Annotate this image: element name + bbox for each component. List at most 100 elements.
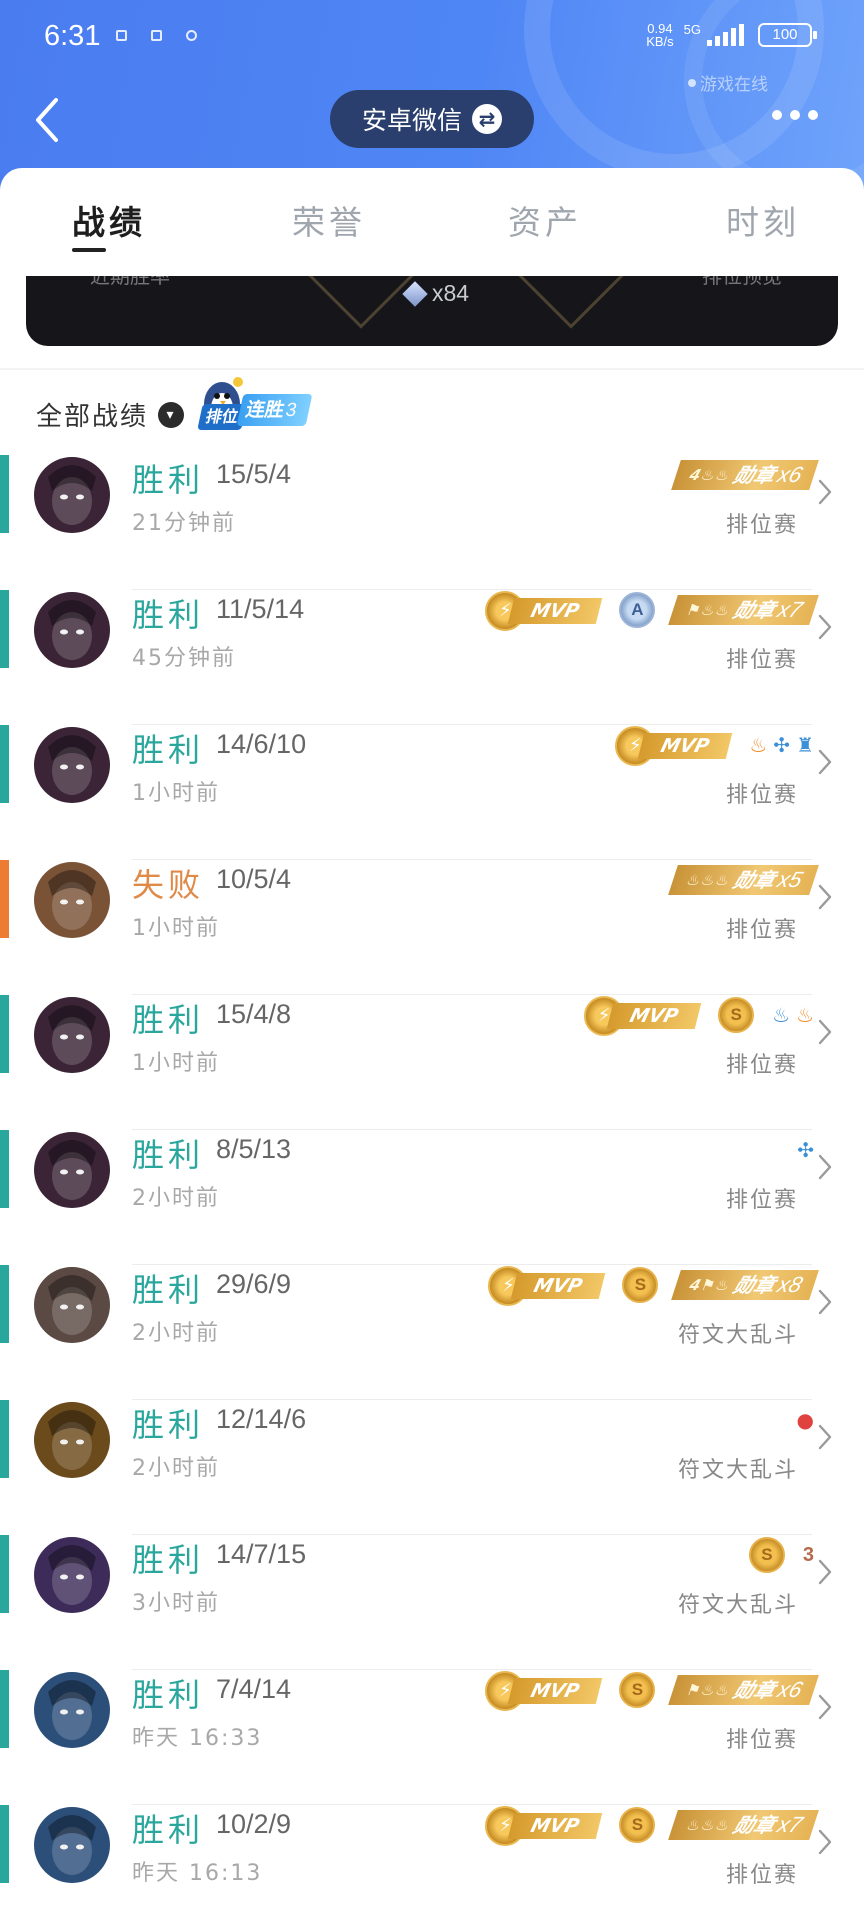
match-row[interactable]: 胜利 14/6/10 1小时前 MVP ♨✣♜ 排位赛	[0, 725, 864, 860]
battery-icon: 100	[758, 23, 817, 47]
medal-icon: ♨♨	[698, 466, 734, 484]
match-badges: ♨♨♨ 勋章 x5	[668, 860, 819, 900]
gem-count: x84	[402, 280, 469, 307]
result-indicator-bar	[0, 860, 9, 938]
chevron-right-icon	[818, 1424, 832, 1450]
match-mode: 符文大乱斗	[677, 1323, 798, 1348]
result-indicator-bar	[0, 1130, 9, 1208]
medal-count: x6	[774, 462, 807, 487]
match-result: 胜利	[132, 1811, 205, 1849]
gem-icon	[402, 280, 428, 307]
match-badges: MVP S ♨♨	[584, 995, 814, 1036]
chevron-down-icon: ▾	[158, 401, 185, 428]
hero-avatar	[34, 1537, 110, 1613]
medal-label: 勋章	[730, 868, 779, 892]
match-row[interactable]: 胜利 7/4/14 昨天 16:33 MVP S ⚑♨♨ 勋章 x6 排位赛	[0, 1670, 864, 1805]
match-badges: 4♨♨ 勋章 x6	[671, 455, 819, 495]
match-time: 昨天 16:13	[132, 1861, 263, 1886]
match-filter[interactable]: 全部战绩 ▾	[36, 396, 185, 433]
chevron-right-icon	[818, 1829, 832, 1855]
result-indicator-bar	[0, 1265, 9, 1343]
medal-icons: ⚑♨♨	[683, 595, 736, 625]
chevron-right-icon	[818, 884, 832, 910]
achievement-icon: ♨	[749, 733, 768, 757]
medal-icons: ♨♨♨	[683, 1810, 736, 1840]
match-badges: MVP S ⚑♨♨ 勋章 x6	[485, 1670, 819, 1711]
match-mode: 符文大乱斗	[677, 1593, 798, 1618]
match-row[interactable]: 胜利 11/5/14 45分钟前 MVP A ⚑♨♨ 勋章 x7 排位赛	[0, 590, 864, 725]
streak-text: 连胜	[243, 399, 287, 421]
achievement-icons: ♨ ✣ ♜	[749, 733, 814, 757]
achievement-icon: ✣	[797, 1138, 814, 1162]
medal-icon: ⚑♨	[698, 1276, 734, 1294]
hero-avatar	[34, 1807, 110, 1883]
medal-badge: ⚑♨♨ 勋章 x7	[668, 595, 819, 625]
chevron-right-icon	[818, 1694, 832, 1720]
match-row[interactable]: 胜利 10/2/9 昨天 16:13 MVP S ♨♨♨ 勋章 x7 排位赛	[0, 1805, 864, 1920]
back-button[interactable]	[30, 94, 70, 146]
match-result: 胜利	[132, 1406, 205, 1444]
match-badges: ✣	[797, 1130, 814, 1170]
match-result: 胜利	[132, 1541, 205, 1579]
hero-avatar	[34, 1267, 110, 1343]
medal-label: 勋章	[730, 598, 779, 622]
more-dot-icon	[772, 110, 782, 120]
filter-label: 全部战绩	[36, 402, 149, 432]
medal-badge: 4♨♨ 勋章 x6	[671, 460, 819, 490]
account-switcher[interactable]: 安卓微信 ⇄	[330, 90, 534, 148]
achievement-icons: ✣	[797, 1138, 814, 1162]
medal-icons: ⚑♨♨	[683, 1675, 736, 1705]
achievement-icon: ♨	[796, 1003, 814, 1027]
result-indicator-bar	[0, 455, 9, 533]
match-badges: MVP S 4⚑♨ 勋章 x8	[488, 1265, 819, 1306]
match-kda: 10/5/4	[216, 864, 292, 894]
match-mode: 排位赛	[725, 1188, 798, 1213]
medal-label: 勋章	[730, 463, 779, 487]
tab-record[interactable]: 战绩	[72, 196, 146, 244]
match-result: 胜利	[132, 596, 205, 634]
match-row[interactable]: 胜利 15/5/4 21分钟前 4♨♨ 勋章 x6 排位赛	[0, 455, 864, 590]
match-time: 1小时前	[132, 781, 220, 806]
match-kda: 11/5/14	[216, 594, 305, 624]
chevron-right-icon	[818, 1154, 832, 1180]
match-mode: 排位赛	[725, 1863, 798, 1888]
chevron-left-icon	[36, 98, 58, 142]
hero-avatar	[34, 997, 110, 1073]
notification-icon	[116, 30, 127, 41]
tab-active-indicator	[72, 248, 106, 252]
match-row[interactable]: 胜利 12/14/6 2小时前 ● 符文大乱斗	[0, 1400, 864, 1535]
medal-badge: ♨♨♨ 勋章 x7	[668, 1810, 819, 1840]
match-badges: ●	[797, 1400, 814, 1440]
mvp-label: MVP	[511, 1273, 606, 1299]
match-kda: 12/14/6	[216, 1404, 307, 1434]
network-type: 5G	[683, 21, 701, 37]
match-row[interactable]: 胜利 8/5/13 2小时前 ✣ 排位赛	[0, 1130, 864, 1265]
match-row[interactable]: 失败 10/5/4 1小时前 ♨♨♨ 勋章 x5 排位赛	[0, 860, 864, 995]
more-button[interactable]	[772, 110, 818, 120]
grade-coin-badge: A	[619, 592, 656, 628]
match-row[interactable]: 胜利 15/4/8 1小时前 MVP S ♨♨ 排位赛	[0, 995, 864, 1130]
match-time: 45分钟前	[132, 646, 236, 671]
match-badges: S3	[748, 1535, 814, 1575]
tab-honor[interactable]: 荣誉	[292, 196, 366, 244]
tab-assets[interactable]: 资产	[508, 196, 582, 244]
match-row[interactable]: 胜利 14/7/15 3小时前 S3 符文大乱斗	[0, 1535, 864, 1670]
medal-label: 勋章	[730, 1273, 779, 1297]
net-speed-unit: KB/s	[646, 34, 674, 49]
more-dot-icon	[790, 110, 800, 120]
medal-icon: ⚑♨♨	[684, 601, 734, 619]
achievement-icon: ●	[796, 1408, 814, 1432]
tab-moments[interactable]: 时刻	[726, 196, 800, 244]
achievement-icons: ♨ ♨	[772, 1003, 814, 1027]
section-divider	[0, 368, 864, 370]
medal-label: 勋章	[730, 1813, 779, 1837]
match-time: 昨天 16:33	[132, 1726, 263, 1751]
match-result: 胜利	[132, 731, 205, 769]
medal-count: x6	[774, 1677, 807, 1702]
hero-avatar	[34, 1402, 110, 1478]
net-speed: 0.94 KB/s	[646, 22, 673, 48]
notification-icon	[151, 30, 162, 41]
match-row[interactable]: 胜利 29/6/9 2小时前 MVP S 4⚑♨ 勋章 x8 符文大乱斗	[0, 1265, 864, 1400]
signal-icon	[707, 24, 744, 46]
result-indicator-bar	[0, 1535, 9, 1613]
